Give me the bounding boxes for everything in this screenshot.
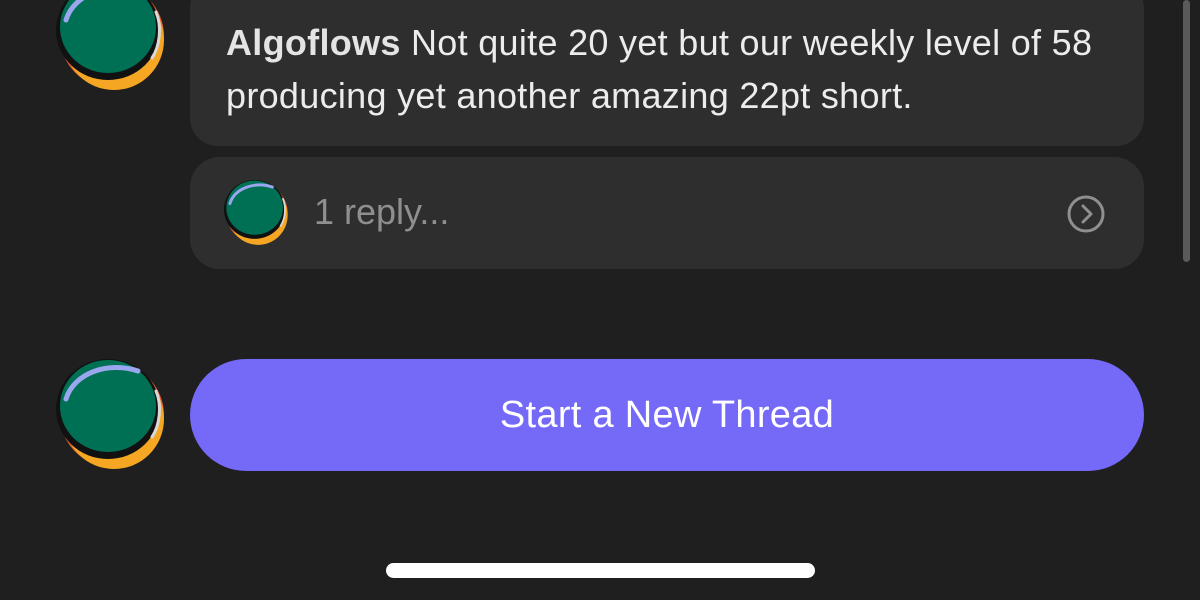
message-author-avatar[interactable] xyxy=(56,0,168,92)
scrollbar[interactable] xyxy=(1183,0,1190,262)
message-text: Algoflows Not quite 20 yet but our weekl… xyxy=(226,16,1108,122)
start-new-thread-button[interactable]: Start a New Thread xyxy=(190,359,1144,471)
current-user-avatar[interactable] xyxy=(56,359,168,471)
chevron-right-circle-icon[interactable] xyxy=(1066,194,1106,234)
home-indicator[interactable] xyxy=(386,563,815,578)
message-author[interactable]: Algoflows xyxy=(226,22,401,63)
algoflows-avatar-icon xyxy=(56,359,168,471)
algoflows-avatar-icon xyxy=(56,0,168,92)
thread-replies-button[interactable]: 1 reply... xyxy=(190,157,1144,269)
algoflows-avatar-icon xyxy=(224,180,290,246)
message-bubble[interactable]: Algoflows Not quite 20 yet but our weekl… xyxy=(190,0,1144,146)
reply-count-label: 1 reply... xyxy=(314,191,450,232)
reply-author-avatar xyxy=(224,180,290,246)
